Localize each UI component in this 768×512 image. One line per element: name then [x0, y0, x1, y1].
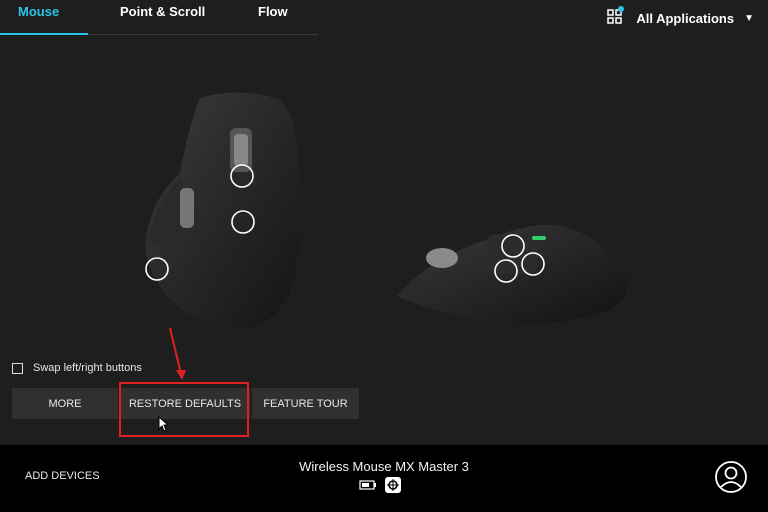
mouse-illustration-area: [0, 36, 768, 346]
cursor-pointer-icon: [158, 416, 170, 432]
tab-flow[interactable]: Flow: [258, 0, 288, 34]
application-selector[interactable]: All Applications ▼: [606, 5, 754, 31]
device-name: Wireless Mouse MX Master 3: [299, 459, 469, 474]
mouse-top-view: [145, 92, 300, 330]
apps-grid-icon: [606, 5, 626, 31]
tab-divider: [88, 34, 318, 35]
mouse-side-view: [397, 224, 628, 324]
device-status-icons: [359, 477, 401, 493]
unifying-receiver-icon: [385, 477, 401, 493]
battery-icon: [359, 480, 376, 490]
feature-tour-button[interactable]: FEATURE TOUR: [252, 388, 359, 419]
swap-buttons-label: Swap left/right buttons: [33, 362, 142, 374]
account-icon[interactable]: [714, 460, 748, 499]
application-selector-label: All Applications: [636, 10, 735, 26]
more-button[interactable]: MORE: [12, 388, 118, 419]
red-arrow-icon: [169, 327, 186, 380]
chevron-down-icon: ▼: [744, 12, 754, 24]
swap-buttons-option[interactable]: Swap left/right buttons: [12, 360, 142, 376]
tab-point-scroll[interactable]: Point & Scroll: [120, 0, 205, 34]
swap-buttons-checkbox[interactable]: [12, 362, 23, 374]
active-tab-indicator: [0, 33, 88, 35]
top-tab-bar: Mouse Point & Scroll Flow All Applicatio…: [0, 0, 768, 36]
restore-defaults-button[interactable]: RESTORE DEFAULTS: [120, 388, 250, 419]
tab-mouse[interactable]: Mouse: [18, 0, 59, 34]
